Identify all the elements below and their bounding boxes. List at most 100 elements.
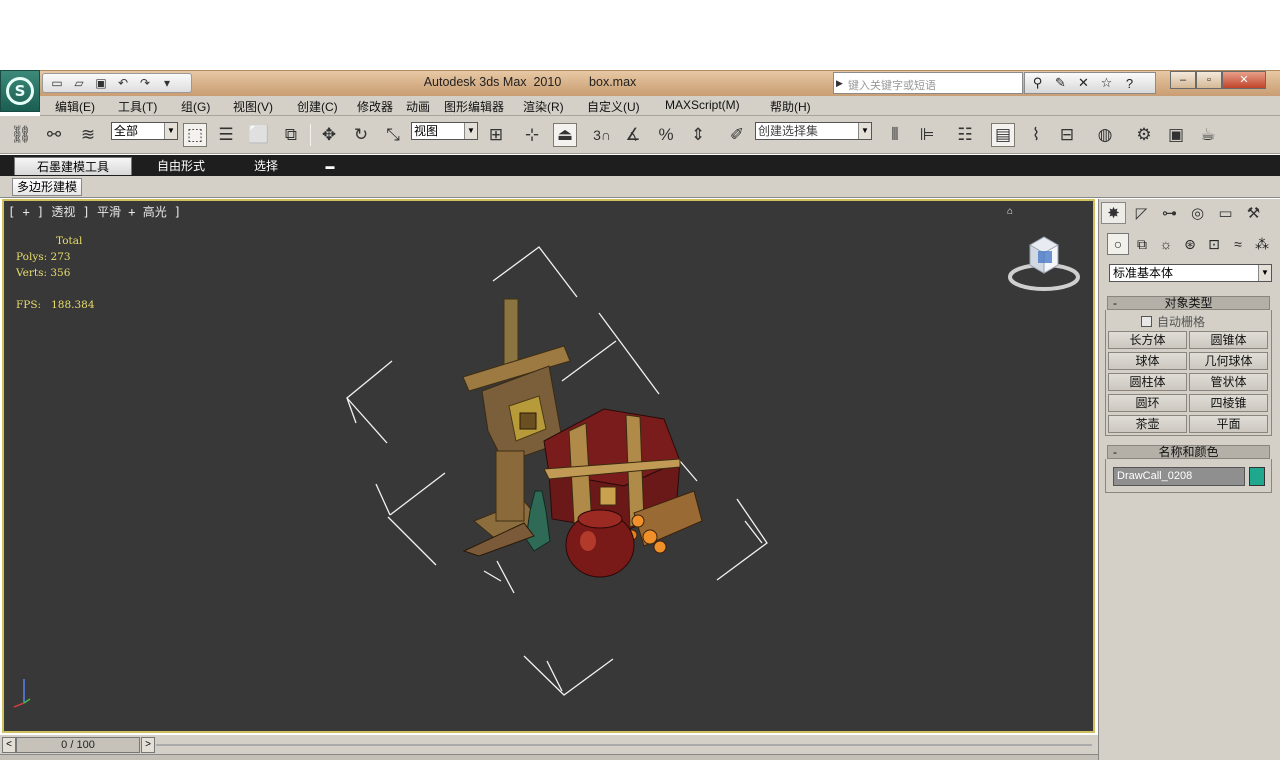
new-file-icon[interactable]: ▭ <box>49 75 65 91</box>
angle-snap-icon[interactable]: ∡ <box>621 123 645 147</box>
percent-snap-icon[interactable]: % <box>654 123 678 147</box>
keyboard-shortcut-override-icon[interactable]: ⏏ <box>553 123 577 147</box>
curve-editor-icon[interactable]: ⌇ <box>1024 123 1048 147</box>
window-crossing-icon[interactable]: ⧉ <box>279 123 303 147</box>
pivot-center-icon[interactable]: ⊞ <box>484 123 508 147</box>
ribbon-options-icon[interactable]: ▬ <box>320 157 340 175</box>
menu-customize[interactable]: 自定义(U) <box>587 98 640 115</box>
geometry-icon[interactable]: ○ <box>1107 233 1129 255</box>
menu-animation[interactable]: 动画 <box>406 98 430 115</box>
space-warps-icon[interactable]: ≈ <box>1227 233 1249 255</box>
select-manipulate-icon[interactable]: ⊹ <box>520 123 544 147</box>
rendered-frame-window-icon[interactable]: ▣ <box>1164 123 1188 147</box>
render-teapot-icon[interactable]: ☕ <box>1196 123 1220 147</box>
unlink-icon[interactable]: ⚯ <box>42 123 66 147</box>
tab-freeform[interactable]: 自由形式 <box>145 157 217 175</box>
motion-tab-icon[interactable]: ◎ <box>1185 202 1210 224</box>
time-slider-thumb[interactable]: 0 / 100 <box>16 737 140 753</box>
perspective-viewport[interactable]: [ + ] 透视 ] 平滑 + 高光 ] Total Polys: 273 Ve… <box>2 199 1095 733</box>
geometry-category-dropdown[interactable]: 标准基本体 ▼ <box>1109 264 1272 282</box>
object-color-swatch[interactable] <box>1249 467 1265 486</box>
utilities-tab-icon[interactable]: ⚒ <box>1241 202 1266 224</box>
help-icon[interactable]: ? <box>1121 76 1138 91</box>
panel-polygon-modeling[interactable]: 多边形建模 <box>12 178 83 196</box>
menu-group[interactable]: 组(G) <box>181 98 210 115</box>
cylinder-button[interactable]: 圆柱体 <box>1108 373 1187 391</box>
binoculars-icon[interactable]: ⚲ <box>1029 75 1046 91</box>
cone-button[interactable]: 圆锥体 <box>1189 331 1268 349</box>
rotate-icon[interactable]: ↻ <box>349 123 373 147</box>
undo-icon[interactable]: ↶ <box>115 75 131 91</box>
select-object-icon[interactable]: ⬚ <box>183 123 207 147</box>
box-button[interactable]: 长方体 <box>1108 331 1187 349</box>
snaps-toggle-icon[interactable]: 3 ∩ <box>590 123 614 147</box>
helpers-icon[interactable]: ⊡ <box>1203 233 1225 255</box>
save-icon[interactable]: ▣ <box>93 75 109 91</box>
next-frame-icon[interactable]: > <box>141 737 155 753</box>
reference-coordinate-dropdown[interactable]: 视图 ▼ <box>411 122 478 140</box>
move-icon[interactable]: ✥ <box>317 123 341 147</box>
hierarchy-tab-icon[interactable]: ⊶ <box>1157 202 1182 224</box>
edit-named-selection-icon[interactable]: ✐ <box>725 123 749 147</box>
autogrid-checkbox[interactable]: 自动栅格 <box>1141 313 1205 330</box>
menu-edit[interactable]: 编辑(E) <box>55 98 95 115</box>
material-editor-icon[interactable]: ◍ <box>1093 123 1117 147</box>
viewcube-home-icon[interactable]: ⌂ <box>1007 206 1013 217</box>
align-icon[interactable]: ⊫ <box>915 123 939 147</box>
tube-button[interactable]: 管状体 <box>1189 373 1268 391</box>
menu-rendering[interactable]: 渲染(R) <box>523 98 564 115</box>
rectangular-selection-icon[interactable]: ⬜ <box>247 123 271 147</box>
render-setup-icon[interactable]: ⚙ <box>1132 123 1156 147</box>
graphite-modeling-tools-icon[interactable]: ▤ <box>991 123 1015 147</box>
cameras-icon[interactable]: ⊛ <box>1179 233 1201 255</box>
favorites-star-icon[interactable]: ☆ <box>1098 75 1115 91</box>
select-by-name-icon[interactable]: ☰ <box>214 123 238 147</box>
menu-tools[interactable]: 工具(T) <box>118 98 157 115</box>
search-expand-icon[interactable]: ▶ <box>836 78 843 89</box>
systems-icon[interactable]: ⁂ <box>1251 233 1273 255</box>
menu-graph-editors[interactable]: 图形编辑器 <box>444 98 504 115</box>
search-input[interactable]: ▶ 键入关键字或短语 <box>833 72 1023 94</box>
object-type-rollout-header[interactable]: - 对象类型 <box>1107 296 1270 310</box>
schematic-view-icon[interactable]: ⊟ <box>1055 123 1079 147</box>
lights-icon[interactable]: ☼ <box>1155 233 1177 255</box>
redo-icon[interactable]: ↷ <box>137 75 153 91</box>
viewport-label-menu[interactable]: [ + ] 透视 ] 平滑 + 高光 ] <box>8 203 181 220</box>
time-slider-track[interactable] <box>156 744 1092 746</box>
tab-graphite-modeling-tools[interactable]: 石墨建模工具 <box>14 157 132 175</box>
track-bar[interactable] <box>0 754 1098 760</box>
object-name-field[interactable]: DrawCall_0208 <box>1113 467 1245 486</box>
create-tab-icon[interactable]: ✸ <box>1101 202 1126 224</box>
menu-views[interactable]: 视图(V) <box>233 98 273 115</box>
viewcube-icon[interactable] <box>1006 231 1082 293</box>
app-menu-button[interactable]: S <box>0 70 40 112</box>
sphere-button[interactable]: 球体 <box>1108 352 1187 370</box>
tools-icon[interactable]: ✕ <box>1075 75 1092 91</box>
communication-center-icon[interactable]: ✎ <box>1052 75 1069 91</box>
menu-maxscript[interactable]: MAXScript(M) <box>665 98 740 112</box>
plane-button[interactable]: 平面 <box>1189 415 1268 433</box>
named-selection-set-dropdown[interactable]: 创建选择集 ▼ <box>755 122 872 140</box>
minimize-button[interactable]: – <box>1170 71 1196 89</box>
link-icon[interactable]: ⛓ <box>9 123 33 147</box>
menu-create[interactable]: 创建(C) <box>297 98 338 115</box>
tab-selection[interactable]: 选择 <box>235 157 297 175</box>
bind-space-warp-icon[interactable]: ≋ <box>76 123 100 147</box>
name-and-color-rollout-header[interactable]: - 名称和颜色 <box>1107 445 1270 459</box>
spinner-snap-icon[interactable]: ⇕ <box>686 123 710 147</box>
close-button[interactable]: ✕ <box>1222 71 1266 89</box>
previous-frame-icon[interactable]: < <box>2 737 16 753</box>
menu-help[interactable]: 帮助(H) <box>770 98 811 115</box>
selection-filter-dropdown[interactable]: 全部 ▼ <box>111 122 178 140</box>
teapot-button[interactable]: 茶壶 <box>1108 415 1187 433</box>
pyramid-button[interactable]: 四棱锥 <box>1189 394 1268 412</box>
shapes-icon[interactable]: ⧉ <box>1131 233 1153 255</box>
geosphere-button[interactable]: 几何球体 <box>1189 352 1268 370</box>
mirror-icon[interactable]: ⫴ <box>883 123 907 147</box>
scale-icon[interactable]: ⤡ <box>381 123 405 147</box>
maximize-button[interactable]: ▫ <box>1196 71 1222 89</box>
customize-dropdown-icon[interactable]: ▾ <box>159 75 175 91</box>
menu-modifiers[interactable]: 修改器 <box>357 98 393 115</box>
layer-manager-icon[interactable]: ☷ <box>953 123 977 147</box>
open-file-icon[interactable]: ▱ <box>71 75 87 91</box>
